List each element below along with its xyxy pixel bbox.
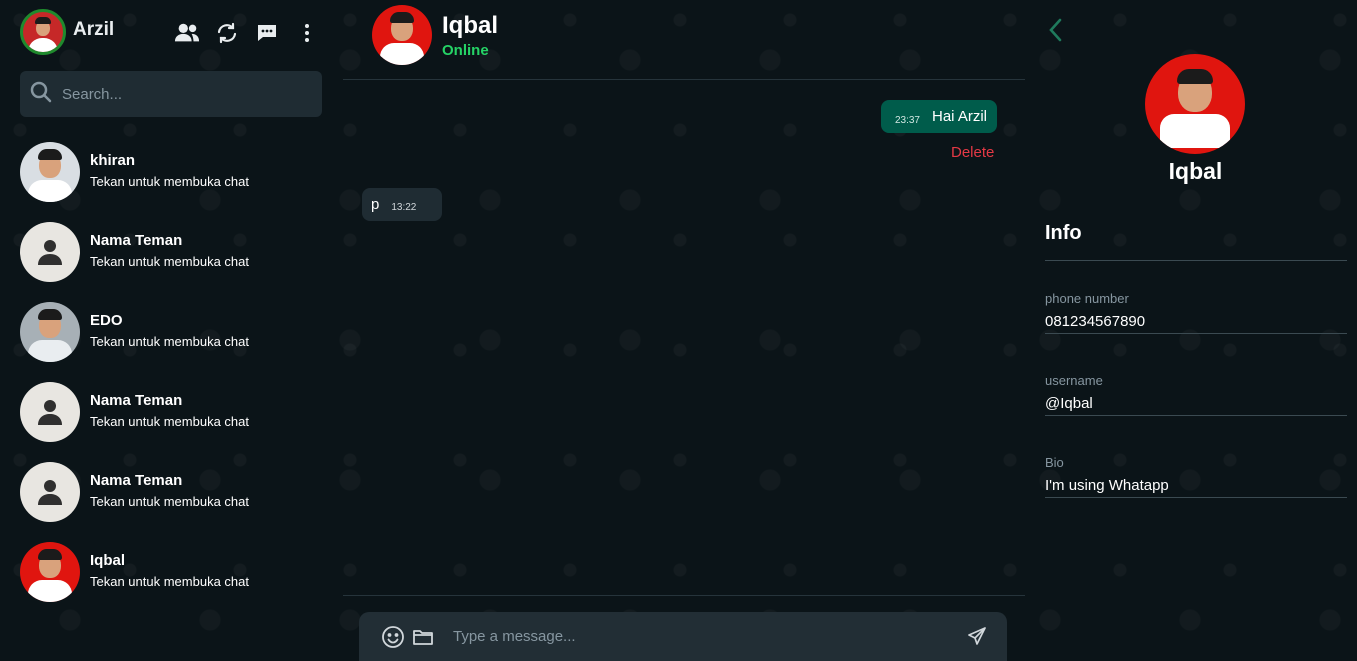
conversation-header: Iqbal Online xyxy=(343,0,1025,80)
username-value: @Iqbal xyxy=(1045,395,1093,412)
my-name: Arzil xyxy=(73,19,115,40)
chat-subtitle: Tekan untuk membuka chat xyxy=(90,254,249,269)
default-avatar xyxy=(20,222,80,282)
chat-item-khiran[interactable]: khiran Tekan untuk membuka chat xyxy=(20,142,320,222)
message-text: p xyxy=(371,196,380,213)
search-bar xyxy=(20,71,322,117)
folder-icon[interactable] xyxy=(411,625,435,649)
info-heading: Info xyxy=(1045,222,1082,244)
divider xyxy=(1045,333,1347,334)
chat-name: Iqbal xyxy=(90,552,126,569)
bio-value: I'm using Whatapp xyxy=(1045,477,1169,494)
send-icon[interactable] xyxy=(965,624,989,648)
my-avatar[interactable] xyxy=(20,9,66,55)
sidebar: Arzil khiran Tekan untuk membuka chat xyxy=(0,0,340,661)
chat-name: Nama Teman xyxy=(90,232,183,249)
contact-avatar[interactable] xyxy=(372,5,432,65)
avatar xyxy=(20,542,80,602)
search-icon xyxy=(30,81,52,108)
profile-name: Iqbal xyxy=(1168,158,1223,184)
avatar xyxy=(20,302,80,362)
incoming-message[interactable]: p 13:22 xyxy=(362,188,442,221)
divider xyxy=(1045,497,1347,498)
outgoing-message[interactable]: 23:37 Hai Arzil xyxy=(881,100,997,133)
avatar xyxy=(20,142,80,202)
contacts-icon[interactable] xyxy=(174,20,200,46)
chat-list: khiran Tekan untuk membuka chat Nama Tem… xyxy=(20,142,320,622)
chat-item-nama-teman[interactable]: Nama Teman Tekan untuk membuka chat xyxy=(20,222,320,302)
message-time: 23:37 xyxy=(894,115,920,126)
chat-item-iqbal[interactable]: Iqbal Tekan untuk membuka chat xyxy=(20,542,320,622)
profile-avatar xyxy=(1145,54,1245,154)
person-icon xyxy=(38,240,62,265)
contact-name[interactable]: Iqbal xyxy=(442,12,498,40)
chat-subtitle: Tekan untuk membuka chat xyxy=(90,574,249,589)
default-avatar xyxy=(20,462,80,522)
message-composer xyxy=(359,612,1007,661)
chat-name: Nama Teman xyxy=(90,472,183,489)
new-chat-icon[interactable] xyxy=(254,20,280,46)
bio-label: Bio xyxy=(1045,455,1064,470)
phone-label: phone number xyxy=(1045,291,1129,306)
phone-value: 081234567890 xyxy=(1045,313,1146,330)
person-icon xyxy=(38,480,62,505)
chat-item-nama-teman[interactable]: Nama Teman Tekan untuk membuka chat xyxy=(20,462,320,542)
default-avatar xyxy=(20,382,80,442)
back-chevron-icon[interactable] xyxy=(1048,18,1062,47)
search-input[interactable] xyxy=(62,85,302,103)
sidebar-toolbar xyxy=(174,20,320,46)
chat-name: khiran xyxy=(90,152,136,169)
conversation-pane: Iqbal Online 23:37 Hai Arzil Delete p 13… xyxy=(343,0,1025,661)
contact-status: Online xyxy=(442,42,489,59)
contact-info-panel: Iqbal Info phone number 081234567890 use… xyxy=(1028,0,1357,661)
message-text: Hai Arzil xyxy=(931,108,987,125)
emoji-icon[interactable] xyxy=(381,625,405,649)
chat-item-nama-teman[interactable]: Nama Teman Tekan untuk membuka chat xyxy=(20,382,320,462)
chat-name: EDO xyxy=(90,312,123,329)
message-time: 13:22 xyxy=(391,202,417,213)
chat-subtitle: Tekan untuk membuka chat xyxy=(90,334,249,349)
composer-divider xyxy=(343,595,1025,596)
divider xyxy=(1045,260,1347,261)
chat-name: Nama Teman xyxy=(90,392,183,409)
person-icon xyxy=(38,400,62,425)
chat-subtitle: Tekan untuk membuka chat xyxy=(90,414,249,429)
delete-message-button[interactable]: Delete xyxy=(951,144,994,161)
chat-subtitle: Tekan untuk membuka chat xyxy=(90,174,249,189)
chat-subtitle: Tekan untuk membuka chat xyxy=(90,494,249,509)
refresh-icon[interactable] xyxy=(214,20,240,46)
menu-icon[interactable] xyxy=(294,20,320,46)
divider xyxy=(1045,415,1347,416)
message-input[interactable] xyxy=(453,628,933,645)
username-label: username xyxy=(1045,373,1103,388)
chat-item-edo[interactable]: EDO Tekan untuk membuka chat xyxy=(20,302,320,382)
